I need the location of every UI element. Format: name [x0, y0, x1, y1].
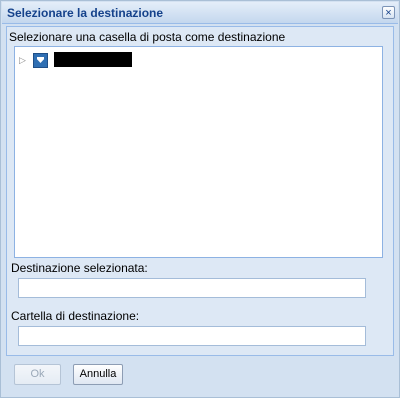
mailbox-tree[interactable]: ▷ — [14, 46, 383, 258]
folder-label: Cartella di destinazione: — [11, 309, 140, 323]
cancel-button[interactable]: Annulla — [73, 364, 123, 385]
close-icon[interactable]: × — [382, 6, 395, 19]
redacted-mailbox-name[interactable] — [54, 52, 132, 67]
mailbox-icon — [33, 53, 48, 68]
dialog-footer: Ok Annulla — [6, 359, 392, 391]
ok-button[interactable]: Ok — [14, 364, 61, 385]
destination-field[interactable] — [18, 278, 366, 298]
tree-prompt-label: Selezionare una casella di posta come de… — [9, 30, 286, 44]
folder-field[interactable] — [18, 326, 366, 346]
dialog-titlebar: Selezionare la destinazione × — [2, 2, 398, 24]
dialog-body: Selezionare una casella di posta come de… — [6, 26, 394, 356]
expand-arrow-icon[interactable]: ▷ — [19, 55, 27, 65]
dialog-title: Selezionare la destinazione — [7, 6, 164, 20]
select-destination-dialog: Selezionare la destinazione × Selezionar… — [0, 0, 400, 398]
destination-label: Destinazione selezionata: — [11, 261, 148, 275]
